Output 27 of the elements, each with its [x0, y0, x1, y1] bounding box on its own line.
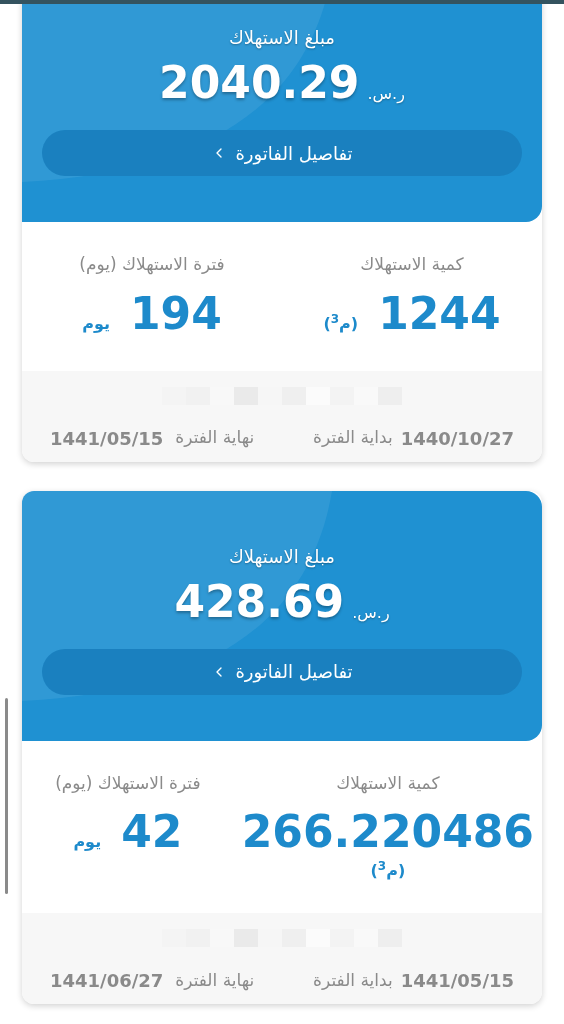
stat-value: 194 [129, 286, 222, 341]
stat-value: 42 [121, 805, 183, 859]
stat-label: فترة الاستهلاك (يوم) [55, 771, 201, 796]
stat-label: فترة الاستهلاك (يوم) [79, 253, 225, 277]
start-label: بداية الفترة [313, 968, 393, 992]
stat-unit: يوم [82, 312, 110, 335]
invoice-details-button[interactable]: تفاصيل الفاتورة [42, 648, 522, 695]
start-date: 1440/10/27 [400, 426, 514, 451]
amount-value: 428.69 [174, 574, 345, 629]
stat-value: 266.220486 [241, 805, 534, 859]
stat-value: 1244 [378, 286, 501, 341]
scrollbar[interactable] [5, 698, 8, 894]
end-date: 1441/06/27 [50, 969, 164, 993]
stat-label: كمية الاستهلاك [336, 771, 440, 796]
start-date: 1441/05/15 [400, 969, 514, 993]
stat-unit: يوم [73, 831, 102, 853]
end-date: 1441/05/15 [50, 426, 164, 451]
amount-value: 2040.29 [159, 56, 360, 110]
invoice-details-button[interactable]: تفاصيل الفاتورة [42, 130, 522, 176]
start-label: بداية الفترة [313, 426, 393, 450]
stat-label: كمية الاستهلاك [360, 253, 464, 277]
currency: ر.س. [367, 83, 405, 106]
amount-label: مبلغ الاستهلاك [229, 26, 335, 51]
currency: ر.س. [352, 601, 390, 624]
end-label: نهاية الفترة [175, 426, 255, 450]
end-label: نهاية الفترة [175, 968, 255, 993]
amount-label: مبلغ الاستهلاك [229, 544, 335, 570]
